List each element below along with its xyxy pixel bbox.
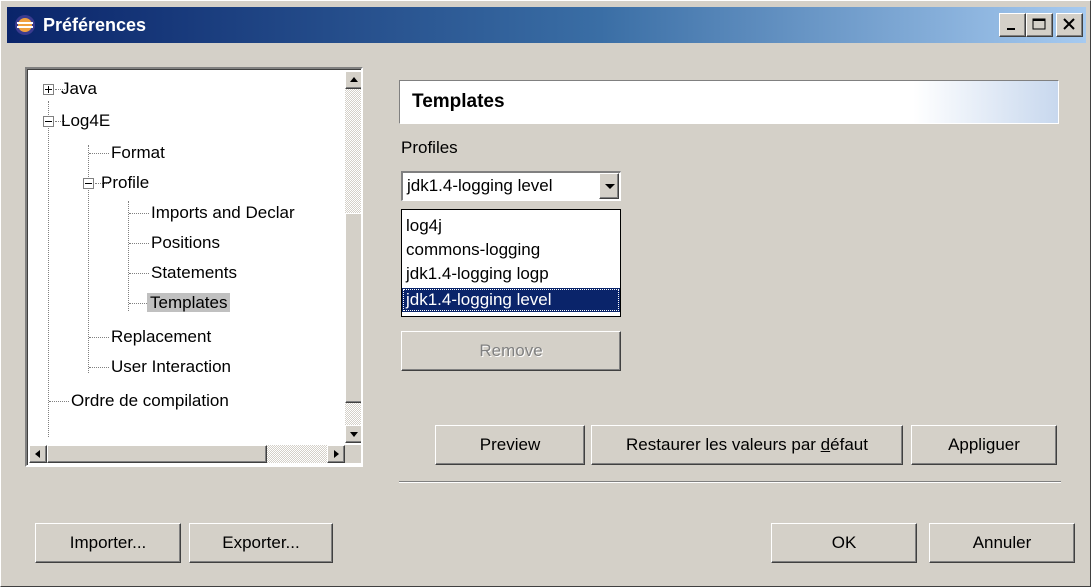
tree-item-imports[interactable]: Imports and Declar (151, 200, 295, 226)
combo-dropdown-button[interactable] (599, 173, 619, 199)
minimize-button[interactable] (999, 13, 1026, 37)
preferences-tree[interactable]: Java Log4E Format Profile Imports and De… (25, 67, 363, 467)
tree-item-java[interactable]: Java (61, 76, 97, 102)
ok-button[interactable]: OK (771, 523, 917, 563)
horizontal-scrollbar[interactable] (29, 445, 345, 463)
tree-item-log4e[interactable]: Log4E (61, 108, 110, 134)
combo-value: jdk1.4-logging level (407, 176, 553, 195)
arrow-up-icon (350, 77, 358, 82)
cancel-button[interactable]: Annuler (929, 523, 1075, 563)
tree-item-user-interaction[interactable]: User Interaction (111, 354, 231, 380)
preferences-dialog: Préférences Java Log4E Format Profile Im… (0, 0, 1091, 587)
tree-item-statements[interactable]: Statements (151, 260, 237, 286)
tree-line (129, 213, 149, 214)
tree-line (89, 153, 109, 154)
arrow-right-icon (334, 450, 339, 458)
dropdown-option-log4j[interactable]: log4j (402, 214, 620, 238)
title-bar[interactable]: Préférences (7, 7, 1086, 43)
scroll-left-button[interactable] (29, 445, 47, 463)
profiles-combo[interactable]: jdk1.4-logging level (401, 171, 621, 201)
export-button[interactable]: Exporter... (189, 523, 333, 563)
tree-item-templates[interactable]: Templates (147, 290, 231, 316)
remove-button[interactable]: Remove (401, 331, 621, 371)
minimize-icon (1007, 28, 1015, 30)
expand-icon[interactable] (43, 84, 54, 95)
profiles-dropdown-list[interactable]: log4j commons-logging jdk1.4-logging log… (401, 209, 621, 317)
close-icon (1063, 18, 1075, 30)
scroll-up-button[interactable] (345, 71, 361, 89)
collapse-icon[interactable] (83, 178, 94, 189)
import-button[interactable]: Importer... (35, 523, 181, 563)
collapse-icon[interactable] (43, 116, 54, 127)
scroll-right-button[interactable] (327, 445, 345, 463)
scroll-corner (345, 445, 361, 463)
eclipse-app-icon (15, 15, 35, 35)
tree-line (89, 337, 109, 338)
tree-item-replacement[interactable]: Replacement (111, 324, 211, 350)
close-button[interactable] (1056, 13, 1083, 37)
profiles-label: Profiles (401, 138, 458, 157)
scroll-thumb[interactable] (345, 213, 361, 403)
vertical-scrollbar[interactable] (345, 71, 361, 443)
tree-line (89, 367, 109, 368)
page-title: Templates (399, 80, 1059, 124)
dropdown-option-commons-logging[interactable]: commons-logging (402, 238, 620, 262)
tree-line (129, 243, 149, 244)
tree-item-profile[interactable]: Profile (101, 170, 149, 196)
chevron-down-icon (605, 184, 615, 189)
scroll-thumb-horizontal[interactable] (47, 445, 267, 463)
tree-line (49, 401, 69, 402)
maximize-button[interactable] (1026, 13, 1053, 37)
dropdown-option-jdk-logp[interactable]: jdk1.4-logging logp (402, 262, 620, 286)
tree-line (48, 101, 49, 437)
preview-button[interactable]: Preview (435, 425, 585, 465)
tree-line (128, 201, 129, 311)
tree-item-ordre-compilation[interactable]: Ordre de compilation (71, 388, 229, 414)
arrow-left-icon (35, 450, 40, 458)
tree-item-format[interactable]: Format (111, 140, 165, 166)
scroll-down-button[interactable] (345, 425, 361, 443)
dropdown-option-jdk-level[interactable]: jdk1.4-logging level (402, 288, 620, 312)
window-title: Préférences (43, 15, 147, 35)
arrow-down-icon (350, 432, 358, 437)
tree-line (129, 303, 149, 304)
tree-line (129, 273, 149, 274)
maximize-icon (1032, 18, 1046, 30)
restore-defaults-button[interactable]: Restaurer les valeurs par défaut (591, 425, 903, 465)
separator (399, 481, 1061, 483)
apply-button[interactable]: Appliguer (911, 425, 1057, 465)
tree-item-positions[interactable]: Positions (151, 230, 220, 256)
